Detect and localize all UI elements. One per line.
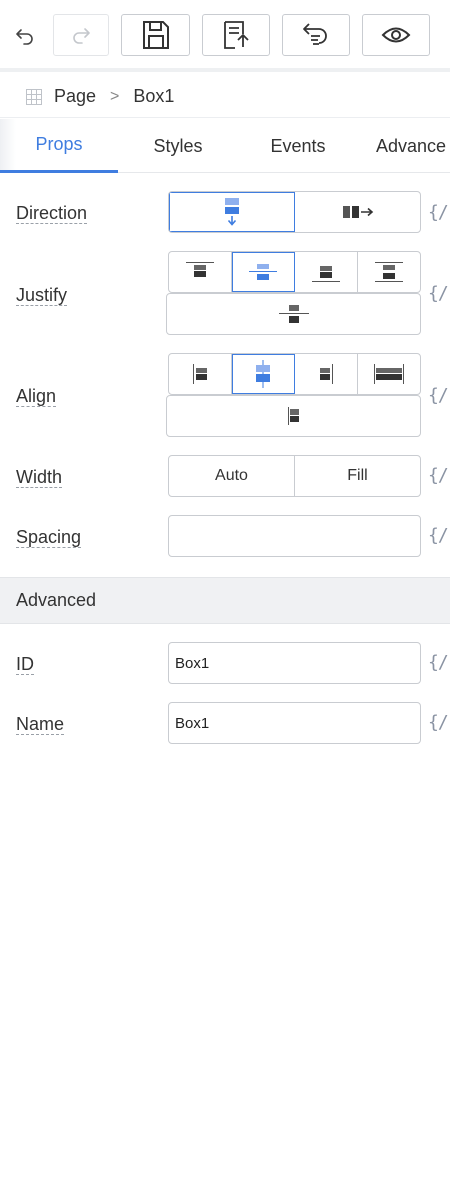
redo-button[interactable] [53,14,109,56]
justify-space-between-icon [375,262,403,282]
justify-center-option[interactable] [232,252,295,292]
justify-binding-toggle[interactable]: {/ [428,283,449,304]
width-label: Width [16,467,63,488]
tab-advance-label: Advance [376,135,447,156]
justify-end-option[interactable] [295,252,358,292]
align-selector [168,353,421,395]
width-selector: Auto Fill [168,455,421,497]
direction-horizontal-option[interactable] [295,192,420,232]
justify-space-around-option[interactable] [166,293,421,335]
justify-label: Justify [16,285,68,306]
breadcrumb-page[interactable]: Page [54,86,96,107]
breadcrumb-separator: > [110,87,120,105]
toolbar [0,0,450,72]
advanced-section-title: Advanced [16,590,97,610]
justify-start-icon [186,262,214,277]
align-stretch-option[interactable] [358,354,420,394]
width-fill-option[interactable]: Fill [295,456,420,496]
id-binding-toggle[interactable]: {/ [428,652,449,673]
tab-props-label: Props [35,134,83,154]
tab-advance[interactable]: Advance [358,119,450,173]
direction-binding-toggle[interactable]: {/ [428,202,449,223]
export-icon [224,21,249,49]
spacing-label: Spacing [16,527,82,548]
redo-icon [73,28,90,44]
justify-end-icon [312,266,340,282]
id-label: ID [16,654,34,675]
undo-button[interactable] [10,22,40,50]
align-stretch-icon [374,364,404,384]
spacing-binding-toggle[interactable]: {/ [428,525,449,546]
breadcrumb-current: Box1 [133,86,175,106]
justify-space-between-option[interactable] [358,252,420,292]
width-auto-option[interactable]: Auto [169,456,295,496]
breadcrumb: Page > Box1 [0,76,450,118]
save-button[interactable] [121,14,190,56]
export-button[interactable] [202,14,270,56]
advanced-section-header[interactable]: Advanced [0,577,450,624]
revert-icon [303,23,327,45]
tab-props[interactable]: Props [0,119,118,173]
tab-styles[interactable]: Styles [118,119,238,173]
spacing-input[interactable] [168,515,421,557]
tab-events[interactable]: Events [238,119,358,173]
name-label: Name [16,714,65,735]
justify-start-option[interactable] [169,252,232,292]
direction-vertical-icon [224,198,239,226]
align-label: Align [16,386,57,407]
table-grid-icon [26,88,42,105]
tab-bar: Props Styles Events Advance [0,119,450,173]
align-center-option[interactable] [232,354,295,394]
direction-selector [168,191,421,233]
direction-vertical-option[interactable] [169,192,295,232]
align-baseline-icon [287,407,299,425]
undo-icon [16,29,33,45]
direction-label: Direction [16,203,88,224]
eye-icon [381,27,411,43]
justify-space-around-icon [278,305,309,323]
tab-events-label: Events [270,135,326,156]
name-input[interactable]: Box1 [168,702,421,744]
width-binding-toggle[interactable]: {/ [428,465,449,486]
align-end-icon [320,364,333,384]
align-center-icon [256,360,270,388]
id-input[interactable]: Box1 [168,642,421,684]
align-end-option[interactable] [295,354,358,394]
width-fill-label: Fill [347,467,368,484]
justify-selector [168,251,421,293]
preview-button[interactable] [362,14,430,56]
width-auto-label: Auto [215,467,248,484]
save-icon [142,21,169,49]
name-binding-toggle[interactable]: {/ [428,712,449,733]
align-start-icon [193,364,207,384]
align-baseline-option[interactable] [166,395,421,437]
tab-styles-label: Styles [153,135,203,156]
align-start-option[interactable] [169,354,232,394]
direction-horizontal-icon [342,206,373,218]
justify-center-icon [249,264,277,280]
revert-button[interactable] [282,14,350,56]
align-binding-toggle[interactable]: {/ [428,385,449,406]
